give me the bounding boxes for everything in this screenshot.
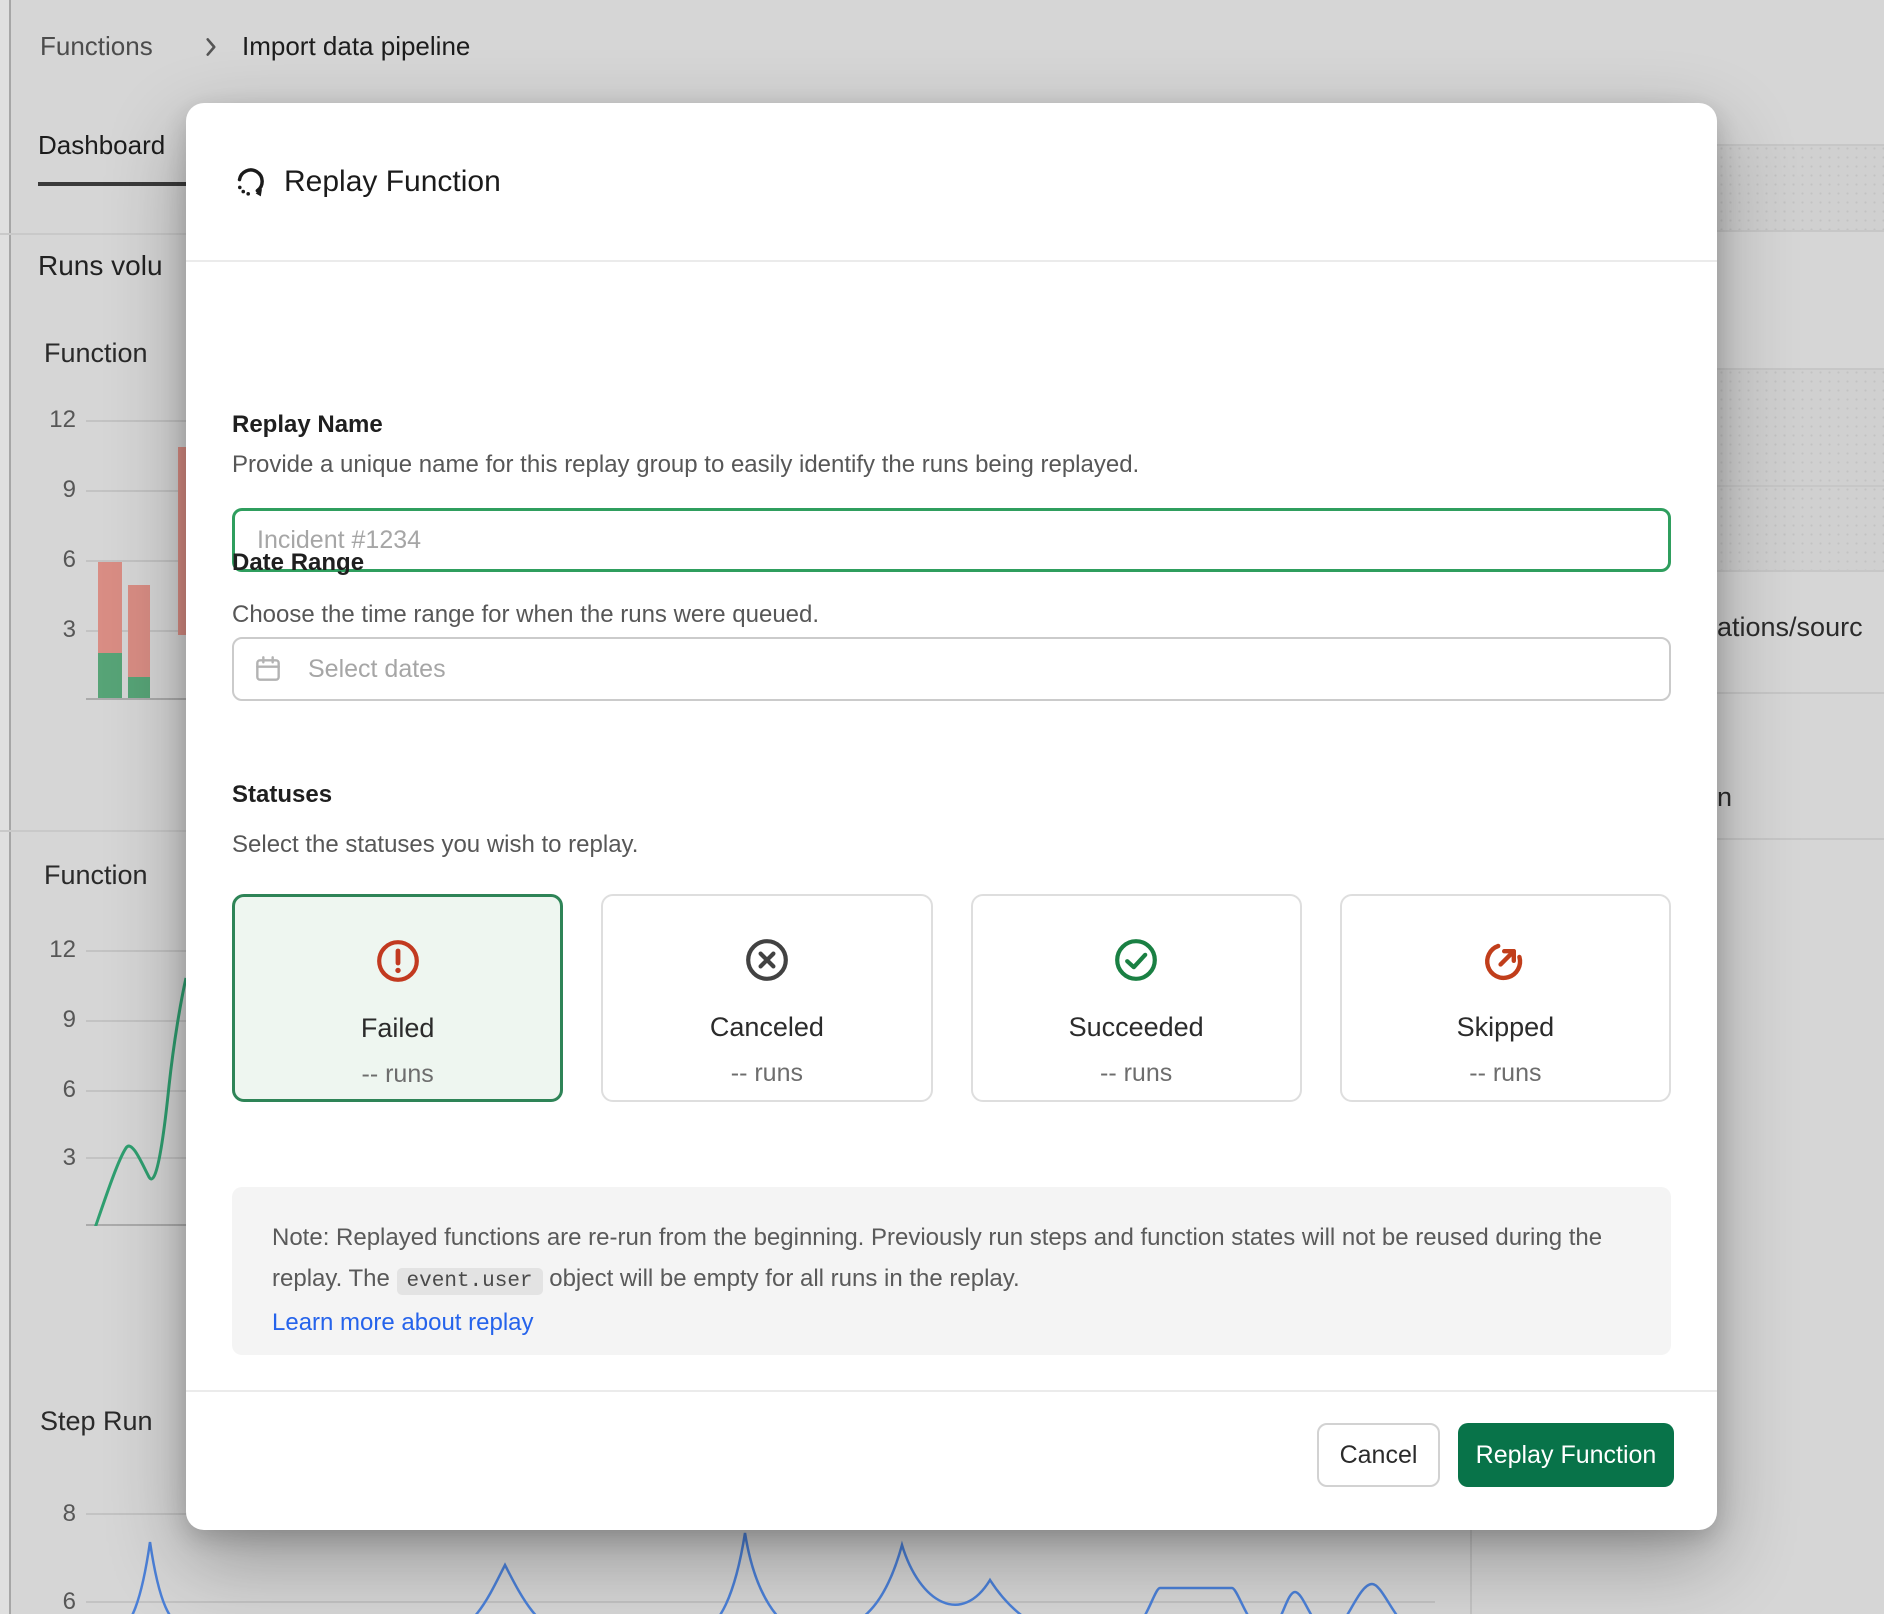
y-tick: 3	[38, 616, 76, 644]
panel-divider	[0, 233, 186, 235]
status-card-label: Canceled	[710, 1014, 824, 1041]
table-row	[1717, 144, 1884, 230]
replay-note: Note: Replayed functions are re-run from…	[232, 1187, 1671, 1355]
row-divider	[1717, 838, 1884, 840]
tab-active-underline	[38, 182, 186, 186]
bar-failed-segment	[128, 585, 150, 677]
status-card-count: -- runs	[1100, 1061, 1172, 1086]
gridline	[86, 950, 186, 952]
y-tick: 9	[38, 476, 76, 504]
bar-chart-title: Function	[44, 338, 148, 369]
date-range-description: Choose the time range for when the runs …	[232, 601, 819, 629]
statuses-description: Select the statuses you wish to replay.	[232, 831, 638, 859]
row-divider	[1717, 144, 1884, 146]
check-circle-icon	[1112, 936, 1160, 984]
status-card-label: Failed	[361, 1015, 435, 1042]
app-window: Functions Import data pipeline Dashboard…	[0, 0, 1884, 1614]
panel-divider	[1470, 1530, 1472, 1614]
row-divider	[1717, 570, 1884, 572]
y-tick: 3	[38, 1144, 76, 1172]
window-left-edge	[0, 0, 11, 1614]
status-card-label: Succeeded	[1069, 1014, 1204, 1041]
y-tick: 9	[38, 1006, 76, 1034]
y-tick: 12	[38, 936, 76, 964]
gridline	[86, 420, 186, 422]
line-chart-title: Function	[44, 860, 148, 891]
bar-failed-segment	[98, 562, 122, 653]
status-card-failed[interactable]: Failed -- runs	[232, 894, 563, 1102]
y-tick: 12	[38, 406, 76, 434]
y-tick: 6	[38, 546, 76, 574]
learn-more-link[interactable]: Learn more about replay	[272, 1309, 534, 1336]
tab-dashboard[interactable]: Dashboard	[38, 130, 165, 161]
status-card-count: -- runs	[731, 1061, 803, 1086]
y-tick: 8	[38, 1500, 76, 1528]
status-card-count: -- runs	[362, 1062, 434, 1087]
status-card-label: Skipped	[1457, 1014, 1555, 1041]
replay-function-dialog: Replay Function Replay Name Provide a un…	[186, 103, 1717, 1530]
panel-divider	[0, 830, 186, 832]
replay-name-input[interactable]	[232, 508, 1671, 572]
status-card-row: Failed -- runs Canceled -- runs	[232, 894, 1671, 1102]
statuses-label: Statuses	[232, 781, 332, 809]
breadcrumb-functions[interactable]: Functions	[40, 31, 153, 62]
status-card-count: -- runs	[1469, 1061, 1541, 1086]
chevron-right-icon	[198, 34, 224, 60]
breadcrumb-import-data-pipeline: Import data pipeline	[242, 31, 470, 62]
alert-circle-icon	[374, 937, 422, 985]
replay-icon	[232, 164, 268, 200]
replay-name-label: Replay Name	[232, 411, 383, 439]
gridline	[86, 1513, 186, 1515]
date-range-input[interactable]	[232, 637, 1671, 701]
event-user-code: event.user	[397, 1268, 543, 1295]
replay-name-description: Provide a unique name for this replay gr…	[232, 451, 1139, 479]
bar-failed-segment	[178, 447, 186, 635]
status-card-canceled[interactable]: Canceled -- runs	[601, 894, 932, 1102]
bar-succeeded-segment	[98, 653, 122, 698]
y-tick: 6	[38, 1588, 76, 1614]
arrow-up-right-circle-icon	[1481, 936, 1529, 984]
row-divider	[1717, 368, 1884, 370]
row-divider	[1717, 485, 1884, 487]
row-divider	[1717, 230, 1884, 232]
bar-succeeded-segment	[128, 677, 150, 698]
note-text: object will be empty for all runs in the…	[543, 1265, 1020, 1292]
gridline	[86, 490, 186, 492]
dialog-header: Replay Function	[186, 103, 1717, 262]
x-axis	[86, 698, 186, 700]
y-tick: 6	[38, 1076, 76, 1104]
status-card-succeeded[interactable]: Succeeded -- runs	[971, 894, 1302, 1102]
replay-function-button[interactable]: Replay Function	[1458, 1423, 1674, 1487]
blue-line-series	[86, 1528, 1470, 1614]
x-circle-icon	[743, 936, 791, 984]
dialog-title: Replay Function	[284, 165, 501, 199]
runs-volume-heading: Runs volu	[38, 250, 163, 282]
cancel-button[interactable]: Cancel	[1317, 1423, 1440, 1487]
table-row-text: n	[1717, 782, 1732, 813]
status-card-skipped[interactable]: Skipped -- runs	[1340, 894, 1671, 1102]
step-runs-title: Step Run	[40, 1406, 153, 1437]
green-line-series	[86, 958, 186, 1226]
table-row	[1717, 368, 1884, 570]
footer-divider	[186, 1390, 1717, 1392]
row-divider	[1717, 692, 1884, 694]
date-range-label: Date Range	[232, 549, 364, 577]
table-row-text: ations/sourc	[1717, 612, 1863, 643]
